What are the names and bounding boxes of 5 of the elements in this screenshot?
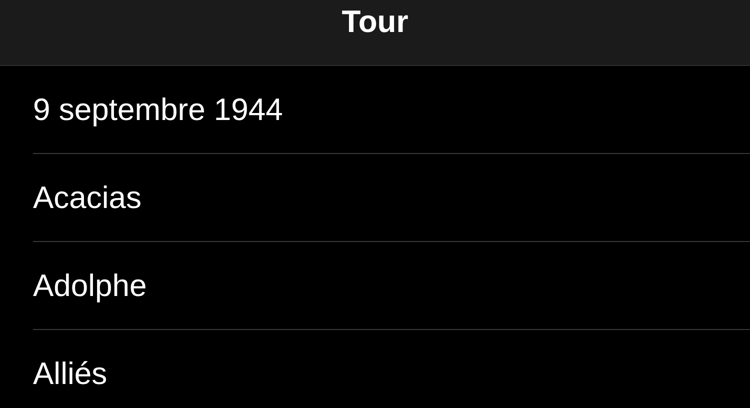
- navigation-title: Tour: [342, 4, 408, 40]
- list-item[interactable]: Alliés: [33, 330, 750, 408]
- list-item[interactable]: Acacias: [33, 154, 750, 242]
- list-item[interactable]: Adolphe: [33, 242, 750, 330]
- list-item[interactable]: 9 septembre 1944: [33, 66, 750, 154]
